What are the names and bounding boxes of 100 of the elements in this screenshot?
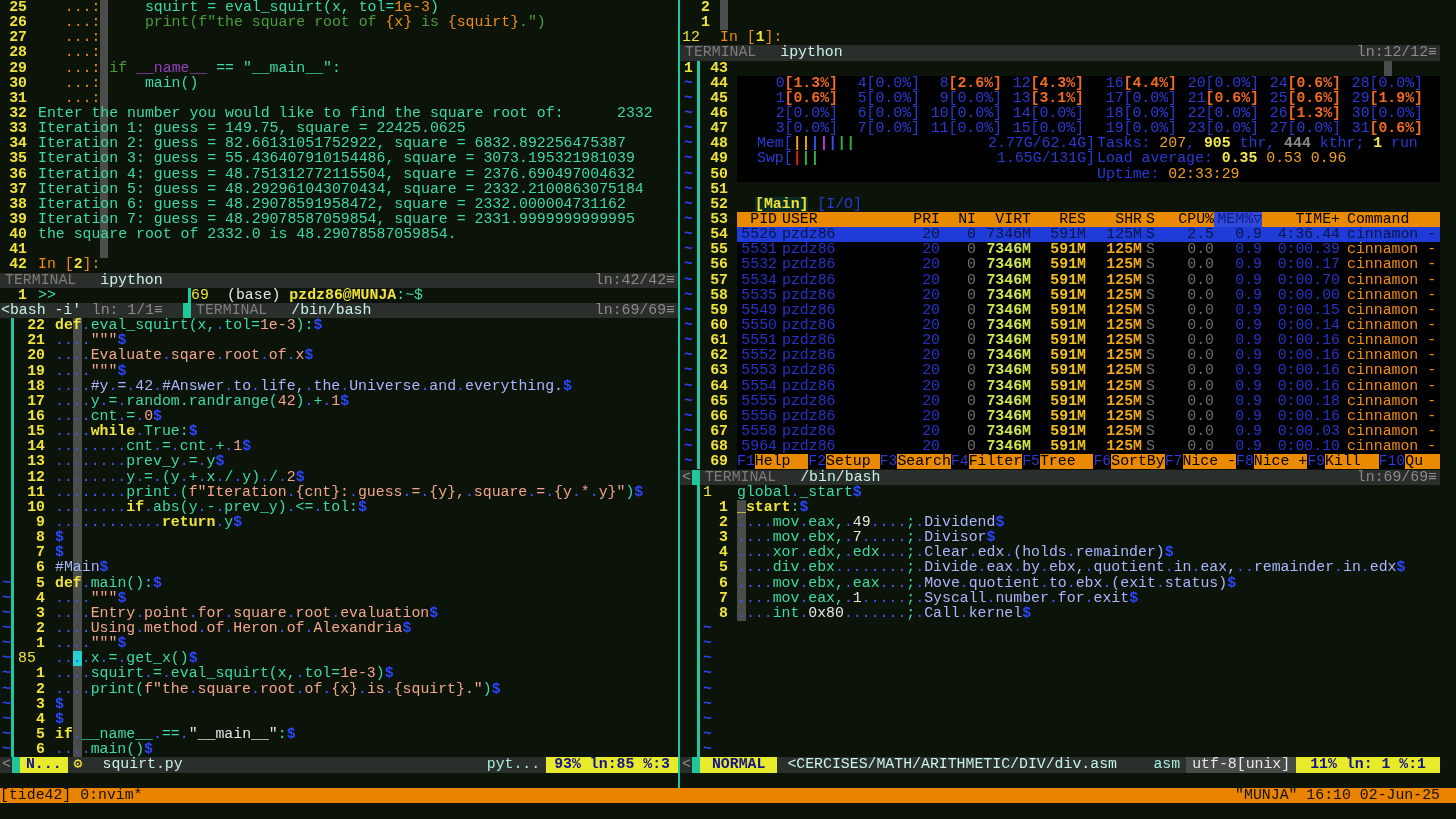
table-cell-text: 20 (921, 423, 940, 440)
column-header[interactable]: PID (737, 212, 777, 228)
terminal-line: ...: if __name__ == "__main__": (63, 60, 341, 76)
line-number: 25 (8, 0, 27, 16)
table-cell-text: 7346M (985, 287, 1031, 303)
empty-line-marker: ~ (684, 392, 693, 409)
column-header[interactable]: USER (777, 212, 900, 228)
table-cell-text: 0:00.10 (1277, 439, 1340, 455)
column-header[interactable]: S (1142, 212, 1160, 228)
column-header[interactable]: NI (940, 212, 976, 228)
table-cell-text: S (1145, 272, 1156, 288)
function-key-button[interactable]: Filter (968, 454, 1023, 470)
process-row[interactable]: 5552 pzdz86 20 0 7346M 591M 125M S 0.0 0.9 0:00.16 cinnamon - (737, 348, 1440, 364)
line-number: 17 (26, 393, 45, 409)
code-line: def.main():$ (55, 575, 162, 591)
table-cell-text: 5532 (740, 257, 777, 273)
table-cell-text: 0 (966, 257, 976, 273)
column-header[interactable]: SHR (1086, 212, 1142, 228)
table-cell-text: 20 (921, 272, 940, 288)
status-caret: < (1, 757, 12, 773)
table-cell-text: 0.9 (1234, 423, 1262, 440)
table-cell-text: 20 (921, 317, 940, 334)
cpu-meter: 19[0.0%] (1105, 121, 1177, 137)
table-cell-text: pzdz86 (781, 272, 837, 288)
code-line: _start:$ (737, 499, 809, 516)
table-cell-text: cinnamon - (1346, 287, 1438, 303)
function-key-number: F6 (1093, 454, 1112, 470)
line-number: 13 (26, 454, 45, 470)
cpu-meter: 8[2.6%] (938, 75, 1002, 91)
empty-line-marker: ~ (684, 422, 693, 439)
table-cell-text: 5552 (740, 348, 777, 364)
function-key-button[interactable]: Nice + (1253, 454, 1308, 470)
table-cell-text: S (1145, 302, 1156, 318)
column-header[interactable]: TIME+ (1262, 212, 1340, 228)
function-key-button[interactable]: Tree (1039, 454, 1094, 470)
table-cell-text: 0 (966, 242, 976, 258)
cpu-meter: 17[0.0%] (1104, 90, 1177, 106)
swap-reading: 1.65G/131G] (997, 151, 1095, 167)
scrollbar[interactable] (720, 0, 728, 31)
table-cell-text: 2.5 (1186, 227, 1214, 243)
table-cell-text: 591M (1049, 257, 1086, 273)
cpu-meter: 4[0.0%] (856, 75, 920, 91)
table-cell-text: S (1145, 333, 1156, 349)
terminal-line: Iteration 4: guess = 48.751312772115504, square = 2376.690497004632 (38, 166, 635, 182)
table-cell-text: pzdz86 (781, 302, 837, 318)
terminal-label: TERMINAL (195, 302, 268, 318)
function-key-button[interactable]: Kill (1325, 454, 1379, 470)
empty-line-marker: ~ (684, 407, 693, 424)
table-cell-text: 0.0 (1186, 363, 1214, 379)
table-cell-text: 125M (1105, 348, 1142, 364)
process-row[interactable]: 5531 pzdz86 20 0 7346M 591M 125M S 0.0 0.9 0:00.39 cinnamon - (737, 242, 1440, 258)
scrollbar[interactable] (1384, 60, 1392, 76)
function-key-button[interactable]: Search (897, 454, 951, 470)
table-cell-text: 125M (1105, 257, 1142, 273)
line-number: 44 (709, 75, 728, 91)
cpu-meter: 30[0.0%] (1350, 106, 1423, 122)
table-cell-text: 0:00.03 (1276, 423, 1340, 440)
code-line: global._start$ (737, 484, 862, 500)
column-header[interactable]: Command (1340, 212, 1440, 228)
function-key-button[interactable]: Qu (1405, 454, 1440, 470)
table-cell-text: cinnamon - (1346, 317, 1438, 333)
table-cell-text: pzdz86 (781, 287, 837, 303)
code-line: $ (55, 711, 64, 727)
terminal-line: In [1]: (720, 30, 783, 46)
table-cell-text: 0.9 (1234, 333, 1262, 349)
line-number: 43 (709, 60, 728, 76)
line-number: 68 (709, 439, 728, 455)
function-key-button[interactable]: Nice - (1182, 454, 1236, 470)
function-key-number: F7 (1164, 454, 1183, 470)
table-cell-text: 0.9 (1234, 302, 1262, 318)
process-row[interactable]: 5551 pzdz86 20 0 7346M 591M 125M S 0.0 0.9 0:00.16 cinnamon - (737, 333, 1440, 349)
empty-line-marker: ~ (684, 332, 693, 349)
table-cell-text: 0:00.39 (1276, 242, 1340, 258)
terminal-line: ...: (63, 45, 101, 61)
tab[interactable]: [Main] (755, 196, 809, 212)
process-row[interactable]: 5964 pzdz86 20 0 7346M 591M 125M S 0.0 0.9 0:00.10 cinnamon - (737, 439, 1440, 455)
column-header[interactable]: PRI (900, 212, 940, 228)
process-row[interactable]: 5532 pzdz86 20 0 7346M 591M 125M S 0.0 0.9 0:00.17 cinnamon - (737, 257, 1440, 273)
line-number: 2 (35, 620, 45, 637)
code-line: ....mov.ebx,.eax...;.Move.quotient.to.ebx.(exit.status)$ (737, 575, 1237, 591)
code-line: ...."""$ (55, 636, 127, 652)
terminal-line: Iteration 7: guess = 48.29078587059854, square = 2331.9999999999995 (38, 211, 635, 228)
column-header[interactable]: RES (1031, 212, 1086, 228)
function-key-button[interactable]: Setup (826, 454, 880, 470)
table-cell-text: 0 (966, 302, 976, 318)
table-cell-text: 125M (1105, 242, 1142, 258)
cpu-meter: 21[0.6%] (1186, 90, 1259, 106)
line-position: ln:69/69≡ (1356, 469, 1438, 485)
code-line: ....main()$ (55, 742, 153, 758)
table-cell-text: 0 (966, 333, 976, 349)
empty-line-marker: ~ (2, 589, 11, 606)
function-key-button[interactable]: SortBy (1111, 454, 1165, 470)
column-header[interactable]: CPU% (1160, 212, 1214, 228)
code-line: ....squirt.=.eval_squirt(x,.tol=1e-3)$ (55, 666, 394, 682)
column-header[interactable]: VIRT (976, 212, 1031, 228)
table-cell-text: 5558 (740, 423, 777, 440)
table-cell-text: 0 (966, 272, 976, 288)
table-cell-text: 0.0 (1186, 317, 1214, 334)
empty-line-marker: ~ (2, 680, 11, 697)
process-row[interactable]: 5553 pzdz86 20 0 7346M 591M 125M S 0.0 0.9 0:00.16 cinnamon - (737, 363, 1440, 379)
